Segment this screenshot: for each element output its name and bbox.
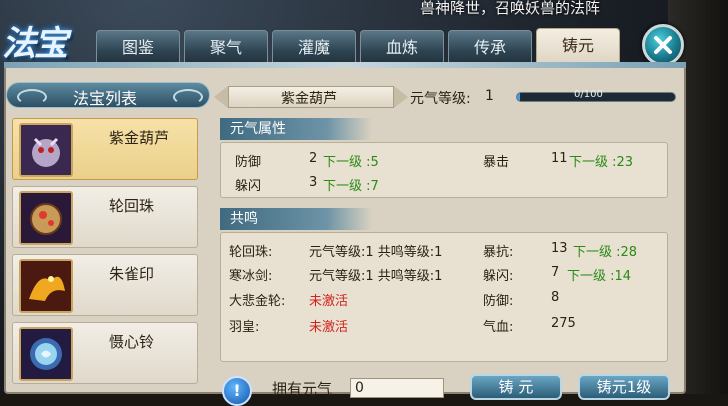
resonance-name: 羽皇:: [229, 320, 260, 335]
attr-name: 暴击: [483, 155, 510, 170]
list-item[interactable]: 紫金葫芦: [12, 118, 198, 180]
prev-arrow-icon[interactable]: [214, 86, 228, 108]
resonance-name: 轮回珠:: [229, 245, 273, 260]
tab-guanmo[interactable]: 灌魔: [272, 30, 356, 64]
resonance-stat-next: 下一级 :14: [567, 269, 632, 284]
attr-value: 11: [551, 151, 568, 166]
resonance-name: 大悲金轮:: [229, 294, 286, 309]
level-value: 1: [485, 88, 494, 104]
forge-button[interactable]: 铸 元: [470, 374, 562, 400]
tab-bar: 图鉴 聚气 灌魔 血炼 传承 铸元: [96, 28, 632, 64]
owned-label: 拥有元气: [272, 380, 333, 398]
resonance-stat-name: 暴抗:: [483, 245, 514, 260]
scroll-ornament-icon: [173, 89, 203, 105]
section-title-resonance: 共鸣: [220, 208, 372, 230]
list-item-name: 朱雀印: [109, 265, 155, 283]
resonance-value: 元气等级:1 共鸣等级:1: [309, 245, 443, 260]
level-label: 元气等级:: [410, 91, 471, 107]
list-item[interactable]: 朱雀印: [12, 254, 198, 316]
resonance-stat-value: 275: [551, 316, 576, 331]
attr-name: 躲闪: [235, 179, 262, 194]
resonance-value: 未激活: [309, 320, 349, 335]
attr-value: 2: [309, 151, 318, 166]
attr-name: 防御: [235, 155, 262, 170]
owned-value-field: 0: [350, 378, 444, 398]
resonance-stat-value: 13: [551, 241, 568, 256]
scroll-banner: 兽神降世，召唤妖兽的法阵: [420, 0, 601, 17]
forge-one-level-button[interactable]: 铸元1级: [578, 374, 670, 400]
list-item-name: 轮回珠: [109, 197, 155, 215]
panel-top-trim: [4, 62, 686, 68]
item-name-plate: 紫金葫芦: [228, 86, 394, 108]
tab-chuancheng[interactable]: 传承: [448, 30, 532, 64]
treasure-list: 紫金葫芦 轮回珠 朱雀印 慑心铃: [8, 112, 200, 394]
list-title: 法宝列表: [73, 89, 138, 108]
pearl-icon: [19, 191, 73, 245]
resonance-box: 轮回珠: 元气等级:1 共鸣等级:1 寒冰剑: 元气等级:1 共鸣等级:1 大悲…: [220, 232, 668, 362]
bell-icon: [19, 327, 73, 381]
list-item-name: 慑心铃: [109, 333, 155, 351]
attr-next: 下一级 :5: [323, 155, 379, 170]
resonance-stat-value: 7: [551, 265, 560, 280]
resonance-stat-name: 躲闪:: [483, 269, 514, 284]
tab-zhuyuan[interactable]: 铸元: [536, 28, 620, 64]
attr-next: 下一级 :23: [569, 155, 634, 170]
tab-xuelian[interactable]: 血炼: [360, 30, 444, 64]
section-title-attr: 元气属性: [220, 118, 372, 140]
progress-text: 0/100: [574, 89, 603, 100]
gourd-creature-icon: [19, 123, 73, 177]
phoenix-icon: [19, 259, 73, 313]
tab-juqi[interactable]: 聚气: [184, 30, 268, 64]
resonance-value: 元气等级:1 共鸣等级:1: [309, 269, 443, 284]
list-item[interactable]: 轮回珠: [12, 186, 198, 248]
attr-value: 3: [309, 175, 318, 190]
logo: 法宝: [2, 24, 68, 64]
resonance-stat-name: 气血:: [483, 320, 514, 335]
list-item-name: 紫金葫芦: [109, 129, 170, 147]
close-button[interactable]: [642, 24, 684, 66]
info-icon[interactable]: !: [222, 376, 252, 406]
list-item[interactable]: 慑心铃: [12, 322, 198, 384]
next-arrow-icon[interactable]: [394, 86, 408, 108]
tab-tujian[interactable]: 图鉴: [96, 30, 180, 64]
list-header: 法宝列表: [6, 82, 210, 108]
resonance-stat-name: 防御:: [483, 294, 514, 309]
item-name: 紫金葫芦: [281, 91, 337, 107]
resonance-stat-value: 8: [551, 290, 560, 305]
close-icon: [654, 36, 672, 54]
progress-fill: [517, 93, 521, 101]
attr-box: 防御 2 下一级 :5 躲闪 3 下一级 :7 暴击 11 下一级 :23: [220, 142, 668, 198]
resonance-value: 未激活: [309, 294, 349, 309]
scroll-ornament-icon: [17, 89, 47, 105]
resonance-stat-next: 下一级 :28: [573, 245, 638, 260]
resonance-name: 寒冰剑:: [229, 269, 273, 284]
attr-next: 下一级 :7: [323, 179, 379, 194]
